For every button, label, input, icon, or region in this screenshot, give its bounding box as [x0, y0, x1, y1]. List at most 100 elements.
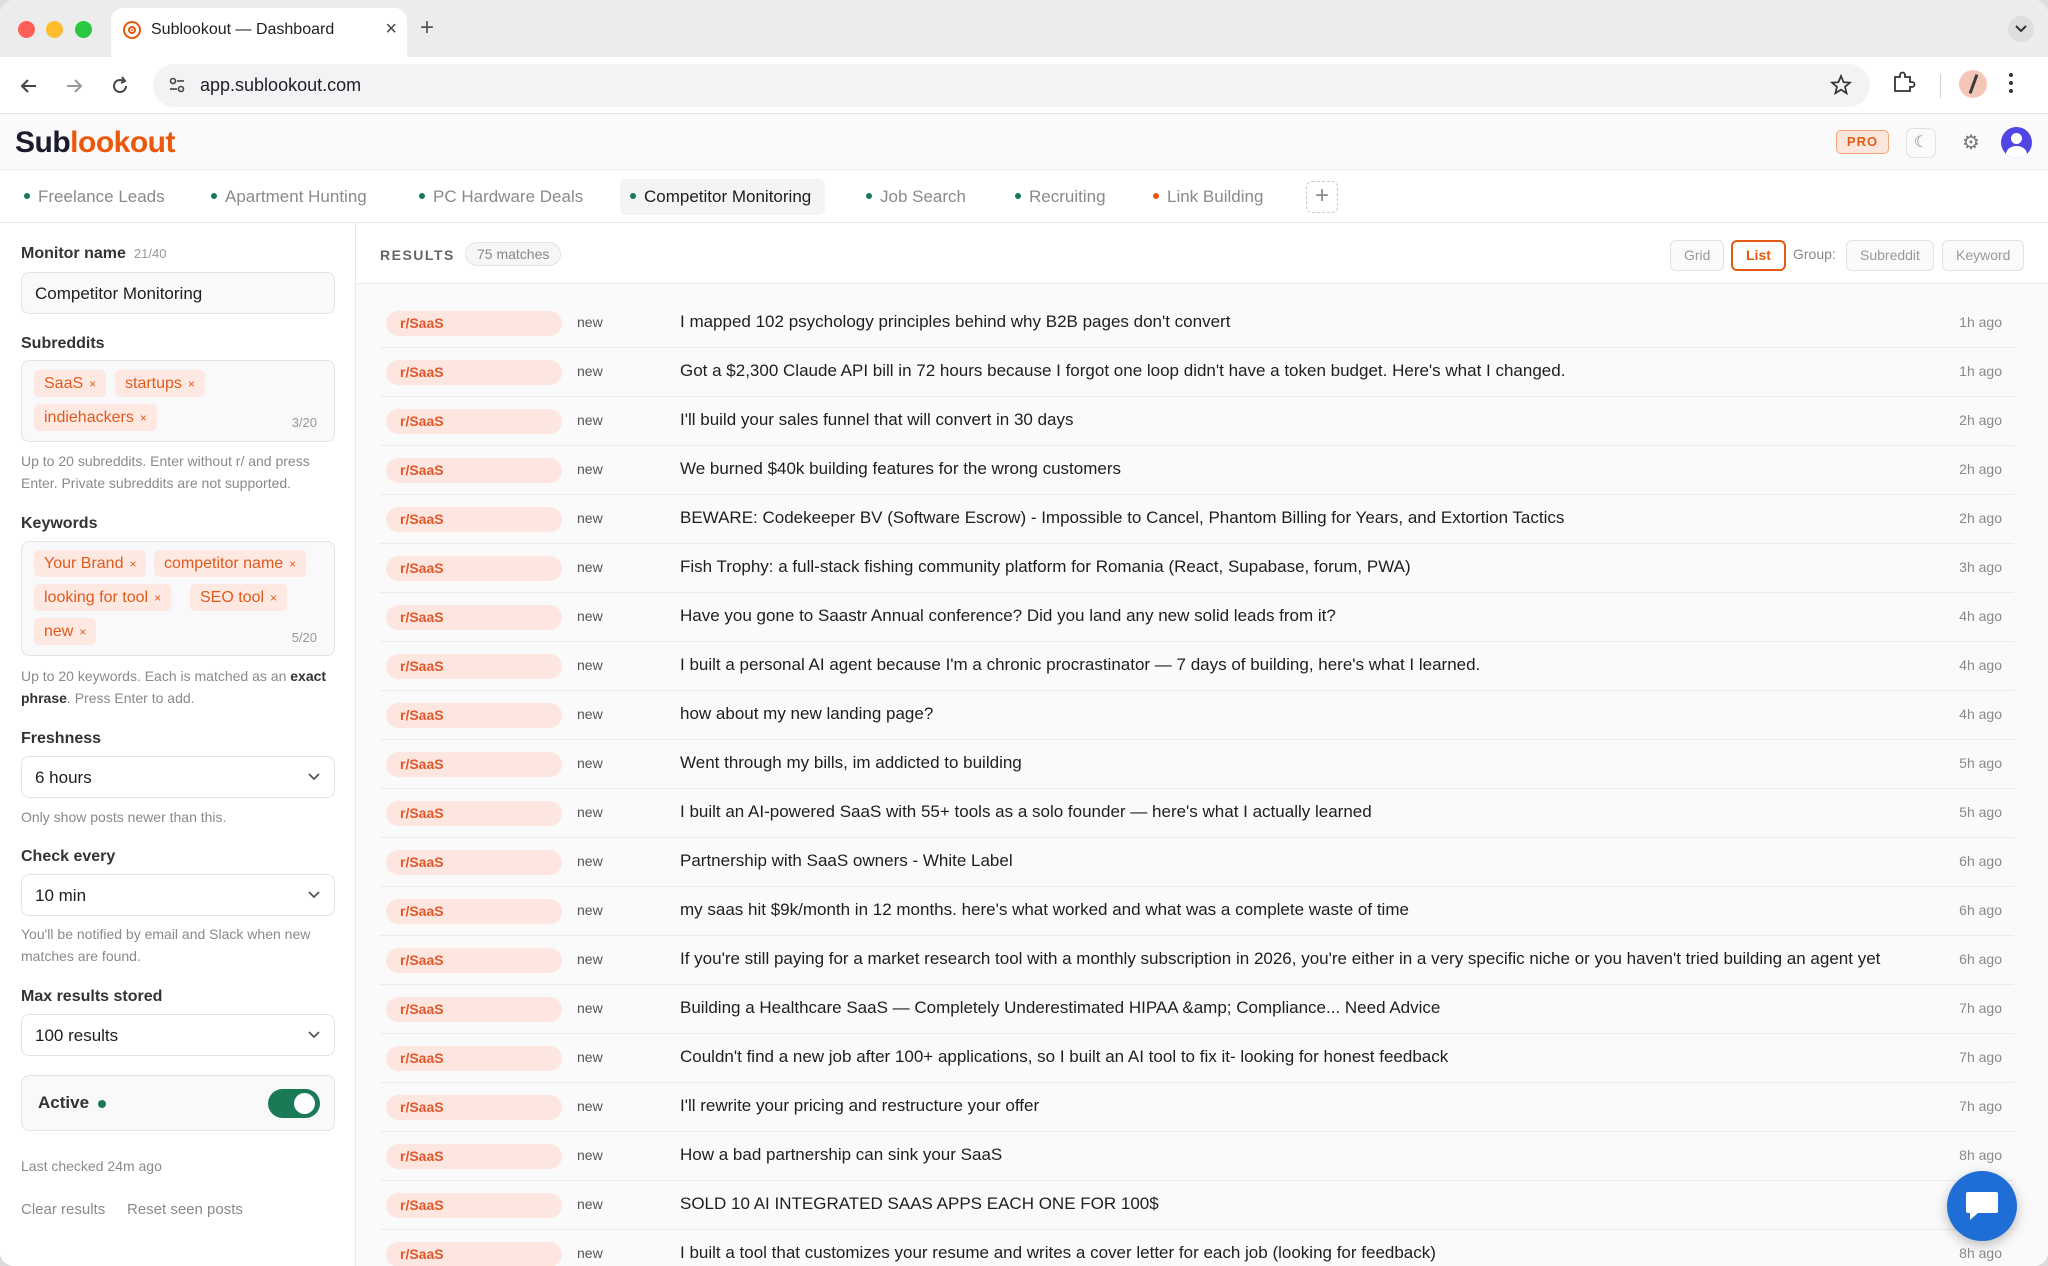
max-results-select[interactable]: 100 results — [21, 1014, 335, 1056]
dark-mode-moon-icon[interactable]: ☾ — [1906, 128, 1936, 158]
result-row[interactable]: r/SaaS new BEWARE: Codekeeper BV (Software… — [380, 495, 2014, 544]
post-title-link[interactable]: BEWARE: Codekeeper BV (Software Escrow) … — [680, 508, 1930, 528]
subreddit-pill[interactable]: r/SaaS — [386, 801, 562, 826]
post-title-link[interactable]: SOLD 10 AI INTEGRATED SAAS APPS EACH ONE… — [680, 1194, 1930, 1214]
extensions-puzzle-icon[interactable] — [1890, 69, 1916, 100]
subreddit-pill[interactable]: r/SaaS — [386, 1046, 562, 1071]
new-tab-button[interactable]: + — [420, 14, 434, 42]
browser-tab-active[interactable]: Sublookout — Dashboard × — [111, 8, 407, 57]
monitor-name-input[interactable]: Competitor Monitoring — [21, 272, 335, 314]
remove-chip-icon[interactable]: × — [154, 591, 161, 605]
result-row[interactable]: r/SaaS new I mapped 102 psychology princip… — [380, 299, 2014, 348]
subreddit-pill[interactable]: r/SaaS — [386, 997, 562, 1022]
group-by-keyword-button[interactable]: Keyword — [1942, 240, 2025, 271]
post-title-link[interactable]: Partnership with SaaS owners - White Lab… — [680, 851, 1930, 871]
monitor-tab-recruiting[interactable]: Recruiting — [1005, 179, 1120, 215]
settings-gear-icon[interactable]: ⚙ — [1956, 128, 1986, 158]
subreddit-pill[interactable]: r/SaaS — [386, 507, 562, 532]
minimize-window-button[interactable] — [46, 21, 63, 38]
post-title-link[interactable]: I mapped 102 psychology principles behin… — [680, 312, 1930, 332]
subreddit-pill[interactable]: r/SaaS — [386, 1095, 562, 1120]
monitor-tab-job-search[interactable]: Job Search — [856, 179, 980, 215]
result-row[interactable]: r/SaaS new I built a personal AI agent bec… — [380, 642, 2014, 691]
result-row[interactable]: r/SaaS new I built an AI-powered SaaS with… — [380, 789, 2014, 838]
remove-chip-icon[interactable]: × — [289, 557, 296, 571]
result-row[interactable]: r/SaaS new SOLD 10 AI INTEGRATED SAAS APPS… — [380, 1181, 2014, 1230]
result-row[interactable]: r/SaaS new Partnership with SaaS owners - … — [380, 838, 2014, 887]
result-row[interactable]: r/SaaS new how about my new landing page? 4… — [380, 691, 2014, 740]
subreddit-pill[interactable]: r/SaaS — [386, 703, 562, 728]
result-row[interactable]: r/SaaS new Got a $2,300 Claude API bill in… — [380, 348, 2014, 397]
subreddit-pill[interactable]: r/SaaS — [386, 654, 562, 679]
remove-chip-icon[interactable]: × — [188, 377, 195, 391]
post-title-link[interactable]: We burned $40k building features for the… — [680, 459, 1930, 479]
address-bar[interactable]: app.sublookout.com — [153, 64, 1870, 107]
user-avatar[interactable] — [2001, 127, 2032, 158]
subreddit-pill[interactable]: r/SaaS — [386, 1144, 562, 1169]
monitor-tab-link-building[interactable]: Link Building — [1143, 179, 1277, 215]
subreddits-input[interactable]: 3/20 SaaS × startups × indiehackers × — [21, 360, 335, 442]
result-row[interactable]: r/SaaS new We burned $40k building feature… — [380, 446, 2014, 495]
result-row[interactable]: r/SaaS new Couldn't find a new job after 1… — [380, 1034, 2014, 1083]
post-title-link[interactable]: Building a Healthcare SaaS — Completely … — [680, 998, 1930, 1018]
post-title-link[interactable]: how about my new landing page? — [680, 704, 1930, 724]
site-info-icon[interactable] — [167, 75, 187, 100]
post-title-link[interactable]: Have you gone to Saastr Annual conferenc… — [680, 606, 1930, 626]
post-title-link[interactable]: If you're still paying for a market rese… — [680, 949, 1930, 969]
post-title-link[interactable]: I'll build your sales funnel that will c… — [680, 410, 1930, 430]
support-chat-button[interactable] — [1947, 1171, 2017, 1241]
subreddit-pill[interactable]: r/SaaS — [386, 1242, 562, 1266]
post-title-link[interactable]: Fish Trophy: a full-stack fishing commun… — [680, 557, 1930, 577]
result-row[interactable]: r/SaaS new Went through my bills, im addic… — [380, 740, 2014, 789]
forward-button[interactable] — [58, 70, 90, 102]
subreddit-pill[interactable]: r/SaaS — [386, 458, 562, 483]
monitor-tab-pc-hardware-deals[interactable]: PC Hardware Deals — [409, 179, 597, 215]
result-row[interactable]: r/SaaS new my saas hit $9k/month in 12 mon… — [380, 887, 2014, 936]
monitor-tab-competitor-monitoring[interactable]: Competitor Monitoring — [620, 179, 826, 215]
subreddit-pill[interactable]: r/SaaS — [386, 311, 562, 336]
subreddit-pill[interactable]: r/SaaS — [386, 409, 562, 434]
result-row[interactable]: r/SaaS new Building a Healthcare SaaS — Co… — [380, 985, 2014, 1034]
view-list-button[interactable]: List — [1731, 240, 1786, 271]
add-monitor-button[interactable]: + — [1306, 181, 1338, 213]
post-title-link[interactable]: Went through my bills, im addicted to bu… — [680, 753, 1930, 773]
subreddit-pill[interactable]: r/SaaS — [386, 850, 562, 875]
monitor-tab-apartment-hunting[interactable]: Apartment Hunting — [201, 179, 381, 215]
view-grid-button[interactable]: Grid — [1670, 240, 1725, 271]
check-every-select[interactable]: 10 min — [21, 874, 335, 916]
browser-menu-icon[interactable] — [2008, 72, 2014, 99]
post-title-link[interactable]: Couldn't find a new job after 100+ appli… — [680, 1047, 1930, 1067]
result-row[interactable]: r/SaaS new I'll build your sales funnel th… — [380, 397, 2014, 446]
pro-badge[interactable]: PRO — [1836, 130, 1889, 154]
post-title-link[interactable]: How a bad partnership can sink your SaaS — [680, 1145, 1930, 1165]
subreddit-pill[interactable]: r/SaaS — [386, 360, 562, 385]
result-row[interactable]: r/SaaS new If you're still paying for a ma… — [380, 936, 2014, 985]
bookmark-star-icon[interactable] — [1829, 73, 1853, 101]
close-tab-icon[interactable]: × — [385, 18, 397, 41]
result-row[interactable]: r/SaaS new I'll rewrite your pricing and r… — [380, 1083, 2014, 1132]
keywords-input[interactable]: 5/20 Your Brand × competitor name × looking … — [21, 541, 335, 656]
post-title-link[interactable]: I built a tool that customizes your resu… — [680, 1243, 1930, 1263]
close-window-button[interactable] — [18, 21, 35, 38]
subreddit-pill[interactable]: r/SaaS — [386, 556, 562, 581]
remove-chip-icon[interactable]: × — [140, 411, 147, 425]
post-title-link[interactable]: I built a personal AI agent because I'm … — [680, 655, 1930, 675]
back-button[interactable] — [13, 70, 45, 102]
subreddit-pill[interactable]: r/SaaS — [386, 1193, 562, 1218]
sublookout-logo[interactable]: Sublookout — [15, 126, 175, 160]
subreddit-pill[interactable]: r/SaaS — [386, 752, 562, 777]
active-toggle[interactable] — [268, 1089, 320, 1118]
monitor-tab-freelance-leads[interactable]: Freelance Leads — [14, 179, 179, 215]
subreddit-pill[interactable]: r/SaaS — [386, 605, 562, 630]
browser-profile-avatar[interactable] — [1959, 70, 1987, 98]
post-title-link[interactable]: my saas hit $9k/month in 12 months. here… — [680, 900, 1930, 920]
post-title-link[interactable]: I built an AI-powered SaaS with 55+ tool… — [680, 802, 1930, 822]
subreddit-pill[interactable]: r/SaaS — [386, 948, 562, 973]
remove-chip-icon[interactable]: × — [270, 591, 277, 605]
result-row[interactable]: r/SaaS new Have you gone to Saastr Annual … — [380, 593, 2014, 642]
freshness-select[interactable]: 6 hours — [21, 756, 335, 798]
reset-seen-posts-link[interactable]: Reset seen posts — [127, 1201, 243, 1218]
zoom-window-button[interactable] — [75, 21, 92, 38]
remove-chip-icon[interactable]: × — [89, 377, 96, 391]
result-row[interactable]: r/SaaS new I built a tool that customizes … — [380, 1230, 2014, 1266]
